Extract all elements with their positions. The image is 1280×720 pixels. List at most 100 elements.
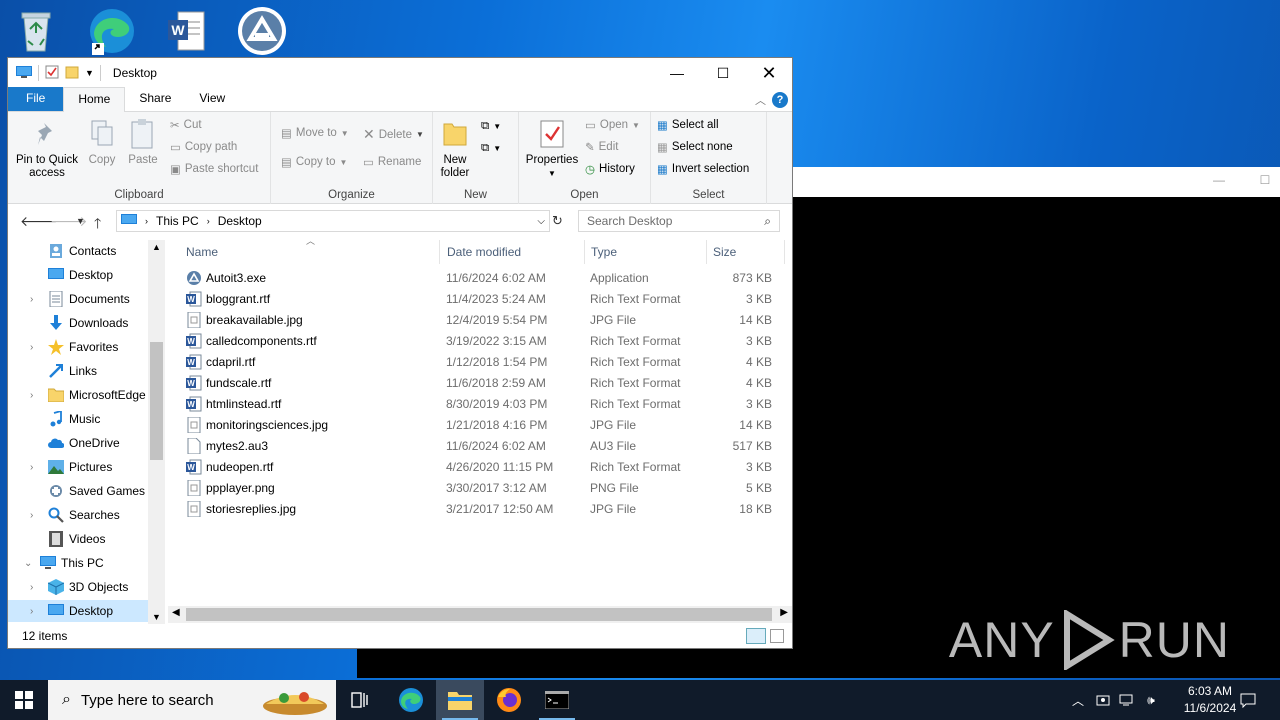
invert-selection-button[interactable]: ▦ Invert selection — [657, 162, 749, 176]
minimize-icon[interactable]: — — [1209, 173, 1229, 189]
scroll-left-icon[interactable]: ◀ — [172, 607, 180, 618]
expand-chevron-icon[interactable]: › — [30, 606, 33, 617]
recycle-bin-icon[interactable] — [10, 6, 62, 56]
file-row[interactable]: Wcdapril.rtf 1/12/2018 1:54 PM Rich Text F… — [180, 352, 780, 373]
tab-view[interactable]: View — [185, 87, 239, 111]
nav-item-this-pc[interactable]: ⌄ This PC — [8, 552, 148, 574]
file-row[interactable]: Whtmlinstead.rtf 8/30/2019 4:03 PM Rich Te… — [180, 394, 780, 415]
move-to-button[interactable]: ▤ Move to ▼ — [281, 126, 349, 140]
collapse-chevron-icon[interactable]: ⌄ — [24, 558, 32, 569]
details-view-icon[interactable] — [746, 628, 766, 644]
show-hidden-icons-icon[interactable]: ︿ — [1070, 680, 1086, 720]
help-icon[interactable]: ? — [772, 92, 788, 108]
search-input[interactable]: Search Desktop ⌕ — [578, 210, 780, 232]
nav-item-favorites[interactable]: › Favorites — [8, 336, 148, 358]
copy-button[interactable]: Copy — [84, 116, 120, 167]
up-arrow-icon[interactable]: 🡑 — [94, 213, 101, 237]
maximize-icon[interactable]: ☐ — [1255, 173, 1275, 189]
expand-chevron-icon[interactable]: › — [30, 342, 33, 353]
console-taskbar-icon[interactable] — [533, 680, 581, 720]
cut-button[interactable]: ✂ Cut — [170, 118, 202, 132]
new-item-button[interactable]: ⧉ ▼ — [481, 120, 501, 133]
expand-chevron-icon[interactable]: › — [30, 510, 33, 521]
refresh-icon[interactable]: ↻ — [552, 213, 563, 229]
easy-access-button[interactable]: ⧉ ▼ — [481, 142, 501, 155]
expand-chevron-icon[interactable]: › — [30, 462, 33, 473]
nav-item-documents[interactable]: › Documents — [8, 288, 148, 310]
file-row[interactable]: monitoringsciences.jpg 1/21/2018 4:16 PM J… — [180, 415, 780, 436]
expand-chevron-icon[interactable]: › — [30, 390, 33, 401]
large-icons-view-icon[interactable] — [770, 629, 784, 643]
nav-item-searches[interactable]: › Searches — [8, 504, 148, 526]
column-size[interactable]: Size — [707, 240, 785, 264]
select-all-button[interactable]: ▦ Select all — [657, 118, 719, 132]
nav-scrollbar-thumb[interactable] — [150, 342, 163, 460]
minimize-button[interactable]: — — [654, 58, 700, 88]
nav-item-desktop[interactable]: › Desktop — [8, 600, 148, 622]
file-row[interactable]: Wnudeopen.rtf 4/26/2020 11:15 PM Rich Text… — [180, 457, 780, 478]
open-button[interactable]: ▭ Open ▼ — [585, 118, 640, 132]
tab-file[interactable]: File — [8, 87, 64, 111]
autoit-icon[interactable] — [236, 6, 288, 56]
breadcrumb-this-pc[interactable]: This PC — [156, 214, 199, 228]
nav-item-downloads[interactable]: Downloads — [8, 312, 148, 334]
nav-item-videos[interactable]: Videos — [8, 528, 148, 550]
meet-now-icon[interactable] — [1094, 680, 1112, 720]
nav-item-onedrive[interactable]: OneDrive — [8, 432, 148, 454]
new-folder-quick-icon[interactable] — [65, 65, 79, 82]
expand-chevron-icon[interactable]: › — [30, 582, 33, 593]
nav-item-links[interactable]: Links — [8, 360, 148, 382]
address-dropdown-icon[interactable]: ⌵ — [537, 216, 545, 227]
task-view-icon[interactable] — [336, 680, 384, 720]
file-row[interactable]: Wbloggrant.rtf 11/4/2023 5:24 AM Rich Text… — [180, 289, 780, 310]
paste-button[interactable]: Paste — [124, 116, 162, 167]
scroll-down-icon[interactable]: ▼ — [152, 612, 161, 622]
expand-chevron-icon[interactable]: › — [30, 294, 33, 305]
new-folder-button[interactable]: New folder — [437, 116, 473, 180]
customize-quick-access-icon[interactable]: ▼ — [85, 68, 94, 78]
column-date-modified[interactable]: Date modified — [441, 240, 585, 264]
properties-button[interactable]: Properties ▼ — [523, 116, 581, 180]
select-none-button[interactable]: ▦ Select none — [657, 140, 733, 154]
recent-locations-icon[interactable]: ▼ — [76, 216, 85, 226]
edge-icon[interactable] — [86, 6, 138, 56]
address-bar[interactable]: › This PC › Desktop ⌵ — [116, 210, 550, 232]
maximize-button[interactable]: ☐ — [700, 58, 746, 88]
nav-item-3d-objects[interactable]: › 3D Objects — [8, 576, 148, 598]
notifications-icon[interactable] — [1236, 680, 1260, 720]
taskbar-search-box[interactable]: ⌕ Type here to search — [48, 680, 336, 720]
start-button[interactable] — [0, 680, 48, 720]
nav-item-desktop[interactable]: Desktop — [8, 264, 148, 286]
edge-taskbar-icon[interactable] — [387, 680, 435, 720]
nav-item-music[interactable]: Music — [8, 408, 148, 430]
breadcrumb-desktop[interactable]: Desktop — [218, 214, 262, 228]
column-name[interactable]: Name — [180, 240, 440, 264]
edit-button[interactable]: ✎ Edit — [585, 140, 618, 154]
scroll-up-icon[interactable]: ▲ — [152, 242, 161, 252]
file-explorer-window[interactable]: ▼ Desktop — ☐ ✕ File Home Share View ︿ ?… — [7, 57, 793, 649]
history-button[interactable]: ◷ History — [585, 162, 635, 176]
nav-item-microsoftedge[interactable]: › MicrosoftEdge — [8, 384, 148, 406]
rename-button[interactable]: ▭ Rename — [363, 155, 421, 169]
file-row[interactable]: Autoit3.exe 11/6/2024 6:02 AM Application 8… — [180, 268, 780, 289]
properties-quick-icon[interactable] — [45, 65, 59, 82]
nav-scrollbar[interactable]: ▲ ▼ — [148, 240, 165, 624]
volume-icon[interactable]: 🕪 — [1142, 680, 1160, 720]
copy-to-button[interactable]: ▤ Copy to ▼ — [281, 155, 347, 169]
paste-shortcut-button[interactable]: ▣ Paste shortcut — [170, 162, 258, 176]
nav-item-pictures[interactable]: › Pictures — [8, 456, 148, 478]
scroll-right-icon[interactable]: ▶ — [780, 607, 788, 618]
nav-item-saved-games[interactable]: Saved Games — [8, 480, 148, 502]
tab-home[interactable]: Home — [63, 87, 126, 112]
file-row[interactable]: storiesreplies.jpg 3/21/2017 12:50 AM JPG … — [180, 499, 780, 520]
pin-to-quick-access-button[interactable]: Pin to Quick access — [14, 116, 80, 180]
file-explorer-taskbar-icon[interactable] — [436, 680, 484, 720]
file-row[interactable]: Wcalledcomponents.rtf 3/19/2022 3:15 AM Ri… — [180, 331, 780, 352]
firefox-taskbar-icon[interactable] — [485, 680, 533, 720]
tab-share[interactable]: Share — [125, 87, 185, 111]
network-icon[interactable] — [1118, 680, 1136, 720]
column-type[interactable]: Type — [585, 240, 707, 264]
delete-button[interactable]: ✕ Delete ▼ — [363, 126, 424, 143]
file-row[interactable]: breakavailable.jpg 12/4/2019 5:54 PM JPG F… — [180, 310, 780, 331]
nav-item-contacts[interactable]: Contacts — [8, 240, 148, 262]
